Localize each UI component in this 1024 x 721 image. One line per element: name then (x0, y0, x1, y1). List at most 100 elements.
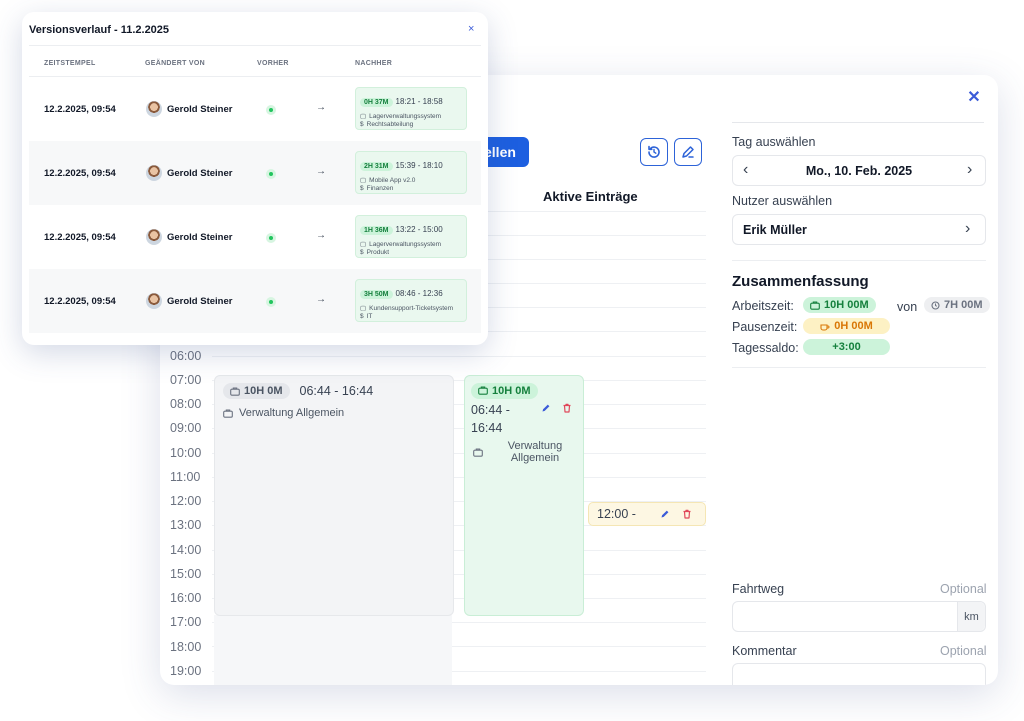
time-label: 14:00 (170, 543, 202, 557)
department-name: Produkt (366, 249, 390, 256)
divider (732, 367, 986, 368)
time-range: 13:22 - 15:00 (395, 225, 443, 234)
time-label: 09:00 (170, 421, 202, 435)
time-label: 18:00 (170, 640, 202, 654)
summary-title: Zusammenfassung (732, 273, 869, 290)
project-name-line2: Allgemein (510, 452, 560, 464)
break-time-label: Pausenzeit: (732, 320, 798, 334)
duration-badge: 0H 37M (360, 98, 393, 107)
time-label: 16:00 (170, 591, 202, 605)
avatar (146, 165, 162, 181)
avatar (146, 293, 162, 309)
balance-value: +3:00 (832, 341, 861, 353)
column-header-before: VORHER (257, 60, 289, 67)
arrow-right-icon: → (316, 230, 326, 241)
empty-column-area (214, 615, 452, 685)
time-label: 12:00 (170, 494, 202, 508)
time-range-start: 06:44 - (471, 403, 510, 417)
balance-badge: +3:00 (803, 339, 890, 355)
after-entry-card: 3H 50M 08:46 - 12:36 ▢ Kundensupport-Ticke… (355, 279, 467, 322)
break-time-badge: 0H 00M (803, 318, 890, 334)
edit-button[interactable] (674, 138, 702, 166)
briefcase-icon (230, 386, 240, 396)
time-range: 15:39 - 18:10 (395, 161, 443, 170)
row-user: Gerold Steiner (167, 168, 233, 179)
row-timestamp: 12.2.2025, 09:54 (44, 104, 116, 115)
time-label: 10:00 (170, 446, 202, 460)
close-icon[interactable]: × (468, 23, 474, 35)
trash-icon[interactable] (562, 403, 572, 413)
comment-optional-hint: Optional (940, 644, 987, 658)
project-name: Lagerverwaltungssystem (369, 240, 442, 248)
row-user: Gerold Steiner (167, 232, 233, 243)
close-icon[interactable]: ✕ (967, 90, 981, 106)
route-input[interactable]: km (732, 601, 986, 632)
of-label: von (897, 300, 918, 314)
user-select-label: Nutzer auswählen (732, 194, 833, 208)
km-unit: km (957, 602, 985, 631)
target-icon (931, 300, 940, 310)
project-name-line1: Verwaltung (507, 440, 563, 452)
row-timestamp: 12.2.2025, 09:54 (44, 296, 116, 307)
briefcase-icon (223, 408, 233, 418)
table-row: 12.2.2025, 09:54 Gerold Steiner → 0H 37M… (29, 77, 481, 141)
time-range: 18:21 - 18:58 (395, 97, 443, 106)
empty-status-dot-icon (266, 105, 276, 115)
after-entry-card: 1H 36M 13:22 - 15:00 ▢ Lagerverwaltungssys… (355, 215, 467, 258)
table-row: 12.2.2025, 09:54 Gerold Steiner → 2H 31M… (29, 141, 481, 205)
edit-pencil-icon[interactable] (541, 403, 551, 413)
arrow-right-icon: → (316, 294, 326, 305)
history-button[interactable] (640, 138, 668, 166)
break-entry[interactable]: 12:00 - (588, 502, 706, 526)
next-day-icon[interactable]: › (967, 161, 972, 179)
department-name: Rechtsabteilung (366, 121, 414, 128)
comment-label: Kommentar (732, 644, 797, 658)
selected-day: Mo., 10. Feb. 2025 (805, 164, 913, 178)
edit-pencil-icon (682, 146, 694, 158)
break-time-value: 0H 00M (834, 320, 873, 332)
user-select[interactable]: Erik Müller › (732, 214, 986, 245)
popup-title: Versionsverlauf - 11.2.2025 (29, 24, 170, 36)
briefcase-icon: ▢ (360, 305, 367, 312)
department-name: IT (366, 313, 373, 320)
selected-user: Erik Müller (743, 223, 807, 237)
column-header-after: NACHHER (355, 60, 393, 67)
route-label: Fahrtweg (732, 582, 785, 596)
avatar (146, 101, 162, 117)
duration-badge: 10H 0M (223, 383, 290, 399)
briefcase-icon (810, 300, 820, 310)
day-picker[interactable]: ‹ Mo., 10. Feb. 2025 › (732, 155, 986, 186)
divider (732, 260, 986, 261)
dollar-icon: $ (360, 313, 364, 320)
empty-status-dot-icon (266, 169, 276, 179)
trash-icon[interactable] (682, 509, 692, 519)
duration-text: 10H 0M (492, 384, 531, 397)
briefcase-icon: ▢ (360, 113, 367, 120)
time-label: 08:00 (170, 397, 202, 411)
duration-badge: 3H 50M (360, 290, 393, 299)
duration-badge: 2H 31M (360, 162, 393, 171)
active-entries-title: Aktive Einträge (543, 189, 638, 204)
briefcase-icon: ▢ (360, 241, 367, 248)
version-history-popup: Versionsverlauf - 11.2.2025 × ZEITSTEMPE… (22, 12, 488, 345)
route-optional-hint: Optional (940, 582, 987, 596)
work-time-value: 10H 00M (824, 299, 869, 311)
time-label: 17:00 (170, 615, 202, 629)
edit-pencil-icon[interactable] (660, 509, 670, 519)
briefcase-icon (478, 386, 488, 395)
work-time-label: Arbeitszeit: (732, 299, 794, 313)
table-row: 12.2.2025, 09:54 Gerold Steiner → 1H 36M… (29, 205, 481, 269)
project-name: Kundensupport-Ticketsystem (369, 304, 454, 312)
briefcase-icon: ▢ (360, 177, 367, 184)
original-time-entry[interactable]: 10H 0M 06:44 - 16:44 Verwaltung Allgemei… (214, 375, 454, 616)
project-name: Verwaltung Allgemein (239, 407, 345, 419)
comment-input[interactable] (732, 663, 986, 685)
balance-label: Tagessaldo: (732, 341, 799, 355)
time-label: 11:00 (170, 470, 201, 484)
time-range: 06:44 - 16:44 (299, 384, 374, 398)
project-name: Mobile App v2.0 (369, 176, 416, 184)
history-icon (648, 145, 660, 158)
empty-status-dot-icon (266, 297, 276, 307)
active-time-entry[interactable]: 10H 0M 06:44 - 16:44 Verwaltung Allgemei… (464, 375, 584, 616)
target-time-badge: 7H 00M (924, 297, 990, 313)
